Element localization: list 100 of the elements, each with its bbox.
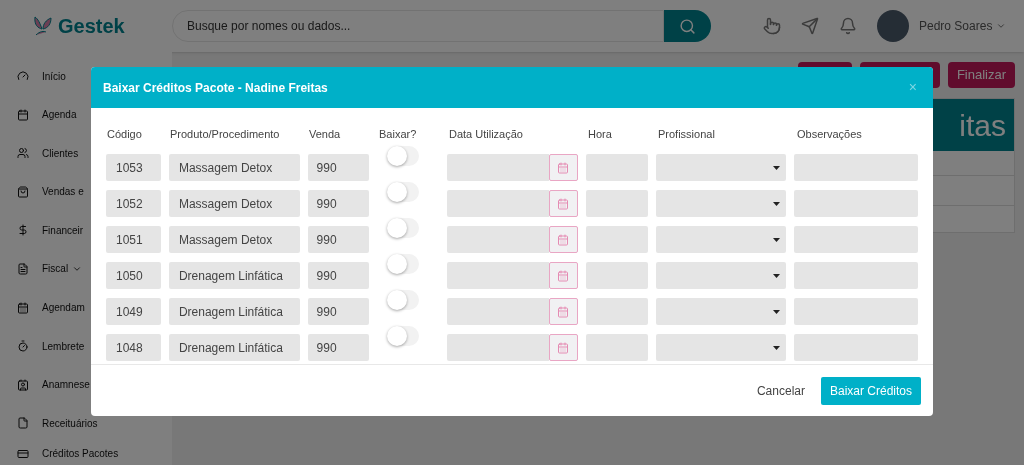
date-field[interactable] [447, 334, 549, 361]
column-header: Data Utilização [448, 128, 523, 140]
calendar-button[interactable] [548, 154, 578, 181]
calendar-icon [557, 269, 570, 282]
notes-field[interactable] [794, 334, 918, 361]
butterfly-logo-icon [32, 15, 54, 37]
column-header: Código [106, 128, 142, 140]
column-header: Produto/Procedimento [169, 128, 280, 140]
price-field[interactable]: 990 [307, 226, 370, 253]
date-field[interactable] [447, 298, 549, 325]
card-title: itas [959, 107, 1006, 144]
dropdown-caret-icon [773, 309, 781, 314]
professional-select[interactable] [655, 154, 787, 181]
calendar-button[interactable] [548, 334, 578, 361]
code-field[interactable]: 1053 [106, 154, 161, 181]
toggle-switch[interactable] [387, 254, 420, 274]
price-field[interactable]: 990 [307, 298, 370, 325]
sidebar-item[interactable]: Receituários [42, 415, 98, 431]
calendar-icon [17, 301, 29, 314]
dollar-icon [17, 224, 29, 237]
dropdown-caret-icon [773, 201, 781, 206]
product-field[interactable]: Drenagem Linfática [168, 298, 300, 325]
calendar-button[interactable] [548, 190, 578, 217]
time-field[interactable] [585, 262, 648, 289]
date-field[interactable] [447, 154, 549, 181]
search-field[interactable]: Busque por nomes ou dados... [172, 10, 664, 42]
code-field[interactable]: 1051 [106, 226, 161, 253]
code-field[interactable]: 1048 [106, 334, 161, 361]
code-field[interactable]: 1049 [106, 298, 161, 325]
cancel-button[interactable]: Cancelar [756, 381, 805, 400]
dropdown-caret-icon [773, 273, 781, 278]
notes-field[interactable] [794, 262, 918, 289]
code-field[interactable]: 1052 [106, 190, 161, 217]
send-icon[interactable] [801, 17, 819, 35]
user-menu[interactable]: Pedro Soares [919, 17, 1007, 35]
professional-select[interactable] [655, 334, 787, 361]
pointer-icon[interactable] [763, 17, 781, 35]
id-card-icon [17, 378, 29, 391]
timer-icon [17, 340, 29, 353]
column-header: Profissional [657, 128, 715, 140]
professional-select[interactable] [655, 190, 787, 217]
time-field[interactable] [585, 190, 648, 217]
product-field[interactable]: Massagem Detox [168, 154, 300, 181]
time-field[interactable] [585, 226, 648, 253]
time-field[interactable] [585, 154, 648, 181]
price-field[interactable]: 990 [307, 154, 370, 181]
product-field[interactable]: Massagem Detox [168, 190, 300, 217]
file-icon [17, 417, 29, 430]
dropdown-caret-icon [773, 165, 781, 170]
toggle-switch[interactable] [387, 290, 420, 310]
professional-select[interactable] [655, 298, 787, 325]
notes-field[interactable] [794, 190, 918, 217]
sidebar-item[interactable]: Agenda [42, 107, 77, 123]
date-field[interactable] [447, 262, 549, 289]
logo-text: Gestek [58, 14, 125, 39]
professional-select[interactable] [655, 262, 787, 289]
product-field[interactable]: Drenagem Linfática [168, 334, 300, 361]
document-icon [17, 262, 29, 275]
sidebar-item[interactable]: Início [42, 68, 66, 84]
sidebar-item[interactable]: Vendas e [42, 184, 84, 200]
calendar-icon [557, 161, 570, 174]
sidebar-item[interactable]: Agendam [42, 300, 85, 316]
product-field[interactable]: Massagem Detox [168, 226, 300, 253]
code-field[interactable]: 1050 [106, 262, 161, 289]
sidebar-item[interactable]: Anamnese [42, 377, 90, 393]
toggle-switch[interactable] [387, 146, 420, 166]
bell-icon[interactable] [839, 17, 857, 35]
calendar-button[interactable] [548, 262, 578, 289]
sidebar-item[interactable]: Lembrete [42, 338, 85, 354]
avatar[interactable] [877, 10, 909, 42]
modal-title: Baixar Créditos Pacote - Nadine Freitas [103, 79, 328, 97]
sidebar-item[interactable]: Fiscal [42, 261, 83, 277]
column-header: Venda [308, 128, 341, 140]
search-icon [679, 17, 696, 35]
search-button[interactable] [664, 10, 711, 42]
price-field[interactable]: 990 [307, 190, 370, 217]
toggle-switch[interactable] [387, 326, 420, 346]
calendar-icon [557, 233, 570, 246]
notes-field[interactable] [794, 298, 918, 325]
product-field[interactable]: Drenagem Linfática [168, 262, 300, 289]
date-field[interactable] [447, 226, 549, 253]
calendar-button[interactable] [548, 298, 578, 325]
column-header: Baixar? [378, 128, 417, 140]
calendar-button[interactable] [548, 226, 578, 253]
date-field[interactable] [447, 190, 549, 217]
sidebar-item[interactable]: Clientes [42, 145, 79, 161]
notes-field[interactable] [794, 154, 918, 181]
calendar-icon [17, 108, 29, 121]
column-header: Hora [587, 128, 612, 140]
sidebar-item[interactable]: Financeir [42, 222, 84, 238]
time-field[interactable] [585, 298, 648, 325]
price-field[interactable]: 990 [307, 334, 370, 361]
professional-select[interactable] [655, 226, 787, 253]
card-icon [17, 447, 29, 460]
toggle-switch[interactable] [387, 182, 420, 202]
notes-field[interactable] [794, 226, 918, 253]
time-field[interactable] [585, 334, 648, 361]
sidebar-item[interactable]: Créditos Pacotes [42, 446, 119, 462]
price-field[interactable]: 990 [307, 262, 370, 289]
toggle-switch[interactable] [387, 218, 420, 238]
